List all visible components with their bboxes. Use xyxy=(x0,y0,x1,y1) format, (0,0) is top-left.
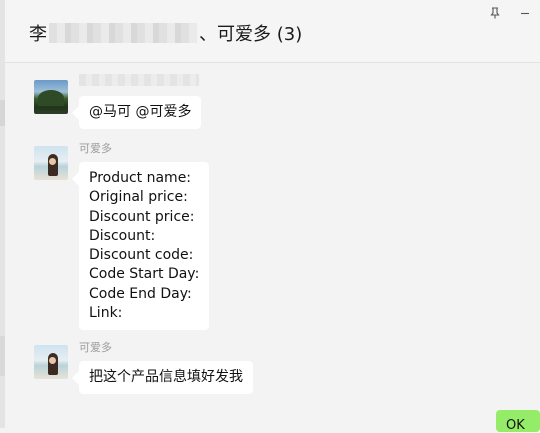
message-bubble[interactable]: @马可 @可爱多 xyxy=(79,96,202,130)
chat-title[interactable]: 李 、可爱多 (3) xyxy=(29,20,302,46)
avatar[interactable] xyxy=(34,80,68,114)
minimize-icon[interactable] xyxy=(518,7,532,21)
left-panel-marker xyxy=(0,336,5,376)
sender-name: 可爱多 xyxy=(79,341,112,354)
message-bubble[interactable]: Product name: Original price: Discount p… xyxy=(79,162,210,331)
message-line: Discount price: xyxy=(89,208,195,225)
message-text: 把这个产品信息填好发我 xyxy=(89,369,243,385)
sender-name: 可爱多 xyxy=(79,142,112,155)
redacted-names xyxy=(49,23,197,43)
message-line: Code Start Day: xyxy=(89,266,200,283)
pin-icon[interactable] xyxy=(488,7,502,21)
message-line: Discount: xyxy=(89,227,156,244)
sender-name xyxy=(79,74,199,89)
left-panel-marker xyxy=(0,100,5,126)
message-line: Product name: xyxy=(89,170,192,186)
message-line: Discount code: xyxy=(89,247,194,264)
chat-header: 李 、可爱多 (3) xyxy=(5,0,540,63)
message-line: Link: xyxy=(89,305,123,322)
own-message-bubble[interactable]: OK xyxy=(496,410,540,433)
left-panel-edge xyxy=(0,0,5,428)
chat-title-suffix: 、可爱多 (3) xyxy=(199,24,303,45)
chat-title-prefix: 李 xyxy=(29,24,47,45)
message-bubble[interactable]: 把这个产品信息填好发我 xyxy=(79,361,253,395)
avatar[interactable] xyxy=(34,146,68,180)
redacted-sender xyxy=(79,74,199,86)
message-text: @马可 @可爱多 xyxy=(89,104,192,120)
own-message-text: OK xyxy=(506,418,525,433)
message-line: Code End Day: xyxy=(89,285,192,302)
message-line: Original price: xyxy=(89,189,188,206)
avatar[interactable] xyxy=(34,345,68,379)
